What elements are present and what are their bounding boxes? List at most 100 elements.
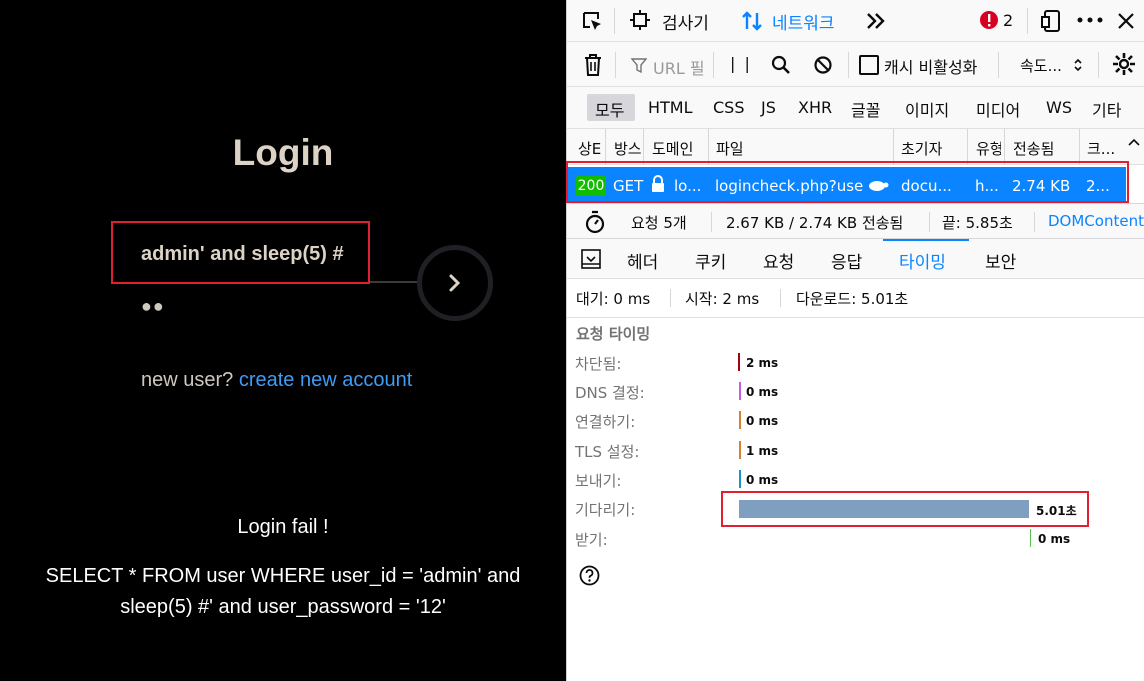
active-tab-indicator	[883, 239, 969, 241]
more-options-icon[interactable]	[1077, 16, 1103, 24]
finish-time: 끝: 5.85초	[942, 214, 1013, 232]
disable-cache-checkbox[interactable]	[859, 55, 879, 75]
create-account-link[interactable]: create new account	[239, 369, 412, 391]
tab-cookies[interactable]: 쿠키	[695, 248, 726, 273]
request-table-header: 상E 방스 도메인 파일 초기자 유형 전송됨 크...	[567, 129, 1144, 165]
search-icon[interactable]	[771, 55, 791, 75]
tab-security[interactable]: 보안	[985, 248, 1016, 273]
new-user-line: new user? create new account	[141, 369, 412, 392]
timing-connect-value: 0 ms	[746, 414, 779, 428]
timing-dns-value: 0 ms	[746, 385, 779, 399]
block-icon[interactable]	[813, 55, 833, 75]
filter-ws[interactable]: WS	[1046, 98, 1072, 117]
filter-xhr[interactable]: XHR	[798, 98, 832, 117]
timing-tls-value: 1 ms	[746, 444, 779, 458]
filter-media[interactable]: 미디어	[976, 97, 1020, 121]
password-input[interactable]: ●●	[141, 296, 165, 317]
network-summary-bar: 요청 5개 2.67 KB / 2.74 KB 전송됨 끝: 5.85초 DOM…	[567, 203, 1144, 239]
col-domain[interactable]: 도메인	[652, 138, 693, 159]
throttle-select[interactable]: 속도...	[1020, 55, 1062, 76]
timing-wait-label: 기다리기:	[575, 501, 636, 519]
timing-dns-bar	[739, 382, 741, 400]
tab-response[interactable]: 응답	[831, 248, 862, 273]
started-time: 시작: 2 ms	[685, 290, 760, 308]
filter-fonts[interactable]: 글꼴	[851, 97, 880, 121]
timing-tls-bar	[739, 441, 741, 459]
input-underline	[370, 281, 420, 283]
timing-send-value: 0 ms	[746, 473, 779, 487]
more-tools-icon[interactable]	[865, 11, 887, 31]
transferred-total: 2.67 KB / 2.74 KB 전송됨	[726, 214, 904, 232]
timing-blocked-bar	[738, 353, 740, 371]
timing-section-title: 요청 타이밍	[576, 325, 651, 343]
error-count: 2	[1003, 11, 1014, 30]
login-panel: Login admin' and sleep(5) # ●● new user?…	[0, 0, 566, 681]
responsive-design-icon[interactable]	[1041, 9, 1063, 33]
col-method[interactable]: 방스	[614, 138, 641, 159]
col-initiator[interactable]: 초기자	[901, 138, 942, 159]
scroll-up-icon[interactable]	[1128, 137, 1140, 147]
sql-line-1: SELECT * FROM user WHERE user_id = 'admi…	[45, 565, 521, 587]
col-file[interactable]: 파일	[716, 138, 744, 159]
tab-timings[interactable]: 타이밍	[899, 248, 946, 273]
stopwatch-icon	[585, 210, 605, 234]
col-size[interactable]: 크...	[1087, 138, 1115, 159]
wait-highlight-box	[721, 491, 1089, 527]
detail-tabs: 헤더 쿠키 요청 응답 타이밍 보안	[567, 239, 1144, 279]
tab-network[interactable]: 네트워크	[772, 9, 835, 34]
trash-icon[interactable]	[583, 53, 603, 77]
downloaded-time: 다운로드: 5.01초	[796, 290, 909, 308]
element-picker-icon[interactable]	[581, 10, 603, 32]
gear-icon[interactable]	[1112, 52, 1136, 76]
toggle-panel-icon[interactable]	[581, 249, 601, 269]
filter-css[interactable]: CSS	[713, 98, 744, 117]
sql-query-output: SELECT * FROM user WHERE user_id = 'admi…	[20, 561, 546, 623]
url-filter-input[interactable]: URL 필	[653, 55, 705, 79]
chevron-right-icon	[449, 274, 461, 292]
timing-connect-bar	[739, 411, 741, 429]
new-user-label: new user?	[141, 369, 234, 391]
page-title: Login	[232, 132, 334, 173]
timing-receive-bar	[1030, 529, 1031, 547]
tab-headers[interactable]: 헤더	[627, 248, 658, 273]
timing-send-bar	[739, 470, 741, 488]
request-highlight-box	[566, 161, 1129, 203]
queued-time: 대기: 0 ms	[576, 290, 651, 308]
timing-dns-label: DNS 결정:	[575, 384, 645, 402]
chevron-updown-icon	[1074, 58, 1082, 72]
pause-button[interactable]: | |	[730, 54, 752, 73]
sql-line-2: sleep(5) #' and user_password = '12'	[120, 596, 446, 618]
tab-inspector[interactable]: 검사기	[662, 9, 709, 34]
domcontentloaded-time: DOMContent	[1048, 212, 1144, 230]
timing-receive-label: 받기:	[575, 531, 608, 549]
filter-html[interactable]: HTML	[648, 98, 693, 117]
filter-other[interactable]: 기타	[1092, 97, 1121, 121]
devtools-toolbar: 검사기 네트워크 2	[567, 0, 1144, 42]
request-count: 요청 5개	[631, 214, 687, 232]
filter-all[interactable]: 모두	[595, 97, 624, 121]
col-status[interactable]: 상E	[578, 138, 601, 159]
close-icon[interactable]	[1116, 11, 1136, 31]
username-input[interactable]: admin' and sleep(5) #	[141, 243, 344, 266]
tab-request[interactable]: 요청	[763, 248, 794, 273]
timing-blocked-label: 차단됨:	[575, 355, 622, 373]
col-transferred[interactable]: 전송됨	[1013, 138, 1054, 159]
devtools-panel: 검사기 네트워크 2 URL 필 | | 캐시 비활성화 속도... 모두 HT…	[566, 0, 1144, 681]
timing-connect-label: 연결하기:	[575, 413, 636, 431]
timing-receive-value: 0 ms	[1038, 532, 1071, 546]
submit-button[interactable]	[417, 245, 493, 321]
timing-blocked-value: 2 ms	[746, 356, 779, 370]
type-filter-bar: 모두 HTML CSS JS XHR 글꼴 이미지 미디어 WS 기타	[567, 87, 1144, 129]
col-type[interactable]: 유형	[976, 138, 1001, 159]
result-message: Login fail !	[237, 516, 329, 538]
inspector-icon	[630, 10, 650, 30]
network-toolbar: URL 필 | | 캐시 비활성화 속도...	[567, 42, 1144, 87]
filter-icon	[631, 58, 647, 73]
timing-send-label: 보내기:	[575, 472, 622, 490]
disable-cache-label: 캐시 비활성화	[884, 58, 978, 77]
help-icon[interactable]	[579, 565, 600, 586]
filter-images[interactable]: 이미지	[905, 97, 949, 121]
error-icon[interactable]	[979, 10, 999, 30]
network-icon	[742, 11, 762, 31]
filter-js[interactable]: JS	[761, 98, 776, 117]
